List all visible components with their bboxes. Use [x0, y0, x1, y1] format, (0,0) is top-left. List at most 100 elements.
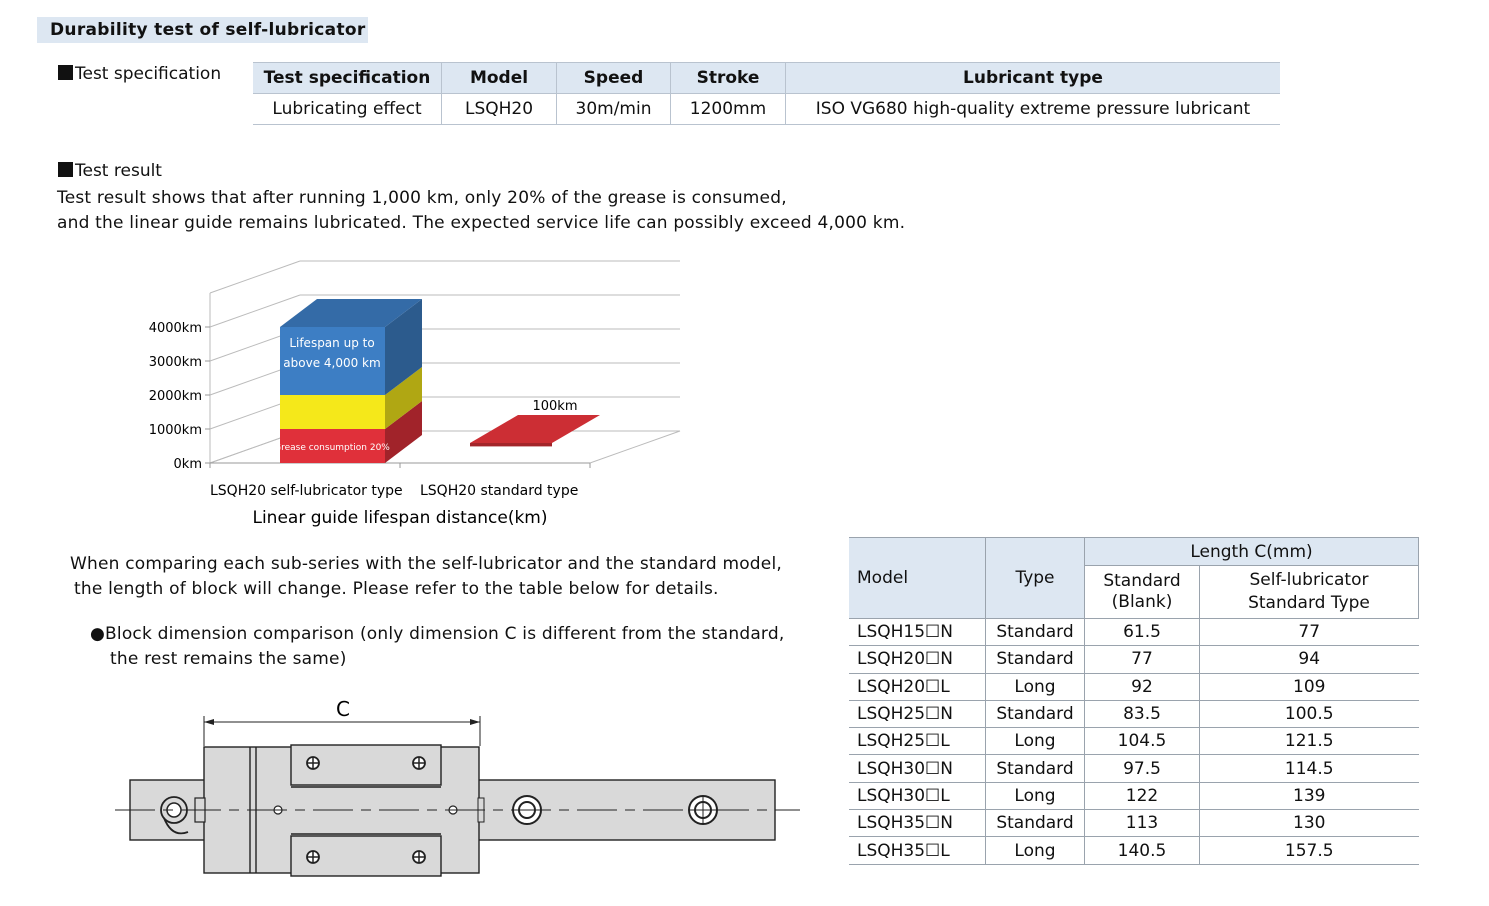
result-paragraph: Test result shows that after running 1,0…	[57, 186, 905, 236]
table-cell: 157.5	[1199, 836, 1419, 865]
table-cell: LSQH20☐L	[849, 673, 986, 701]
table-cell: 113	[1084, 809, 1200, 838]
spec-header-cell: Test specification	[253, 62, 442, 94]
y-tick-label: 0km	[174, 457, 202, 472]
bar-label-lifespan: Lifespan up to	[289, 336, 374, 350]
compare-paragraph: When comparing each sub-series with the …	[70, 552, 782, 602]
spec-header-cell: Speed	[556, 62, 671, 94]
bar-label-100km: 100km	[532, 399, 577, 414]
y-tick-label: 2000km	[149, 389, 202, 404]
bar-label-lifespan: above 4,000 km	[283, 356, 380, 370]
lifespan-chart: 0km 1000km 2000km 3000km 4000km Lifespan up …	[149, 260, 681, 528]
screw-icon	[306, 756, 320, 770]
table-row: LSQH30☐L Long 122 139	[849, 782, 1419, 811]
table-cell: Standard	[985, 700, 1085, 729]
table-cell: LSQH25☐L	[849, 727, 986, 756]
square-bullet-icon	[58, 65, 73, 80]
bar-label-grease: Grease consumption 20%	[274, 443, 390, 453]
table-cell: Standard	[985, 645, 1085, 674]
spec-header-cell: Model	[441, 62, 557, 94]
table-cell: 139	[1199, 782, 1419, 811]
table-cell: 140.5	[1084, 836, 1200, 865]
table-cell: 77	[1199, 618, 1419, 647]
spec-header-cell: Stroke	[670, 62, 786, 94]
square-bullet-icon	[58, 162, 73, 177]
chart-y-axis: 0km 1000km 2000km 3000km 4000km	[149, 321, 210, 472]
table-cell: Long	[985, 727, 1085, 756]
spec-section-label: Test specification	[58, 64, 221, 84]
chart-bars: Lifespan up to above 4,000 km Grease consu…	[274, 299, 600, 463]
result-line: Test result shows that after running 1,0…	[57, 188, 787, 208]
circle-bullet-icon: ●	[90, 624, 106, 644]
table-cell: LSQH25☐N	[849, 700, 986, 729]
table-row: LSQH20☐L Long 92 109	[849, 673, 1419, 701]
spec-cell: Lubricating effect	[253, 93, 442, 125]
subheader-self-lubricator: Self-lubricator Standard Type	[1199, 565, 1419, 619]
bullet-note: ●Block dimension comparison (only dimens…	[90, 622, 784, 672]
subheader-standard-line: (Blank)	[1111, 592, 1173, 612]
table-cell: Standard	[985, 809, 1085, 838]
screw-icon	[412, 756, 426, 770]
dim-table-body: LSQH15☐N Standard 61.5 77 LSQH20☐N Standard 77…	[849, 618, 1419, 865]
dim-header-row: Model Type Length C(mm)	[849, 537, 1419, 619]
x-tick-label-standard: LSQH20 standard type	[420, 483, 578, 499]
table-cell: 83.5	[1084, 700, 1200, 729]
table-cell: Long	[985, 673, 1085, 701]
table-row: LSQH35☐N Standard 113 130	[849, 809, 1419, 838]
spec-cell: LSQH20	[441, 93, 557, 125]
spec-header-row: Test specification Model Speed Stroke Lu…	[253, 62, 1280, 94]
page-title: Durability test of self-lubricator	[37, 17, 368, 43]
bar-standard-top	[470, 415, 600, 443]
table-cell: LSQH15☐N	[849, 618, 986, 647]
spec-cell: 30m/min	[556, 93, 671, 125]
compare-line: the length of block will change. Please …	[74, 579, 719, 599]
table-row: LSQH35☐L Long 140.5 157.5	[849, 836, 1419, 865]
table-cell: 92	[1084, 673, 1200, 701]
table-cell: 94	[1199, 645, 1419, 674]
table-cell: LSQH20☐N	[849, 645, 986, 674]
y-tick-label: 1000km	[149, 423, 202, 438]
table-cell: 97.5	[1084, 754, 1200, 783]
compare-line: When comparing each sub-series with the …	[70, 554, 782, 574]
header-length: Length C(mm)	[1084, 537, 1419, 566]
spec-section-label-text: Test specification	[75, 64, 222, 84]
table-cell: LSQH35☐N	[849, 809, 986, 838]
dimension-table: Model Type Length C(mm) Standard (Blank)…	[849, 537, 1419, 865]
bullet-line: the rest remains the same)	[110, 649, 347, 669]
dimension-c-label: C	[336, 697, 350, 721]
subheader-self-line: Standard Type	[1248, 593, 1370, 613]
header-type: Type	[985, 537, 1085, 619]
table-row: LSQH25☐N Standard 83.5 100.5	[849, 700, 1419, 729]
table-cell: Standard	[985, 754, 1085, 783]
table-cell: 114.5	[1199, 754, 1419, 783]
grid-line	[209, 260, 301, 294]
table-cell: 121.5	[1199, 727, 1419, 756]
bullet-line: Block dimension comparison (only dimensi…	[105, 624, 785, 644]
subheader-standard: Standard (Blank)	[1084, 565, 1200, 619]
table-cell: 104.5	[1084, 727, 1200, 756]
y-tick-label: 4000km	[149, 321, 202, 336]
table-cell: 109	[1199, 673, 1419, 701]
block-dimension-diagram: C	[115, 697, 800, 877]
table-cell: 61.5	[1084, 618, 1200, 647]
spec-cell: 1200mm	[670, 93, 786, 125]
table-cell: 77	[1084, 645, 1200, 674]
table-row: LSQH15☐N Standard 61.5 77	[849, 618, 1419, 647]
spec-cell: ISO VG680 high-quality extreme pressure …	[785, 93, 1280, 125]
bar-segment-front	[280, 395, 385, 429]
table-cell: 122	[1084, 782, 1200, 811]
table-cell: Long	[985, 836, 1085, 865]
screw-icon	[412, 850, 426, 864]
table-cell: LSQH35☐L	[849, 836, 986, 865]
bar-standard-front	[470, 443, 552, 447]
table-cell: LSQH30☐L	[849, 782, 986, 811]
spec-table: Test specification Model Speed Stroke Lu…	[253, 62, 1280, 125]
result-line: and the linear guide remains lubricated.…	[57, 213, 906, 233]
x-tick-label-self-lubricator: LSQH20 self-lubricator type	[210, 483, 403, 499]
table-cell: 130	[1199, 809, 1419, 838]
table-cell: LSQH30☐N	[849, 754, 986, 783]
table-cell: Long	[985, 782, 1085, 811]
subheader-standard-line: Standard	[1103, 571, 1181, 591]
subheader-self-line: Self-lubricator	[1249, 570, 1369, 590]
result-section-label-text: Test result	[75, 161, 162, 181]
